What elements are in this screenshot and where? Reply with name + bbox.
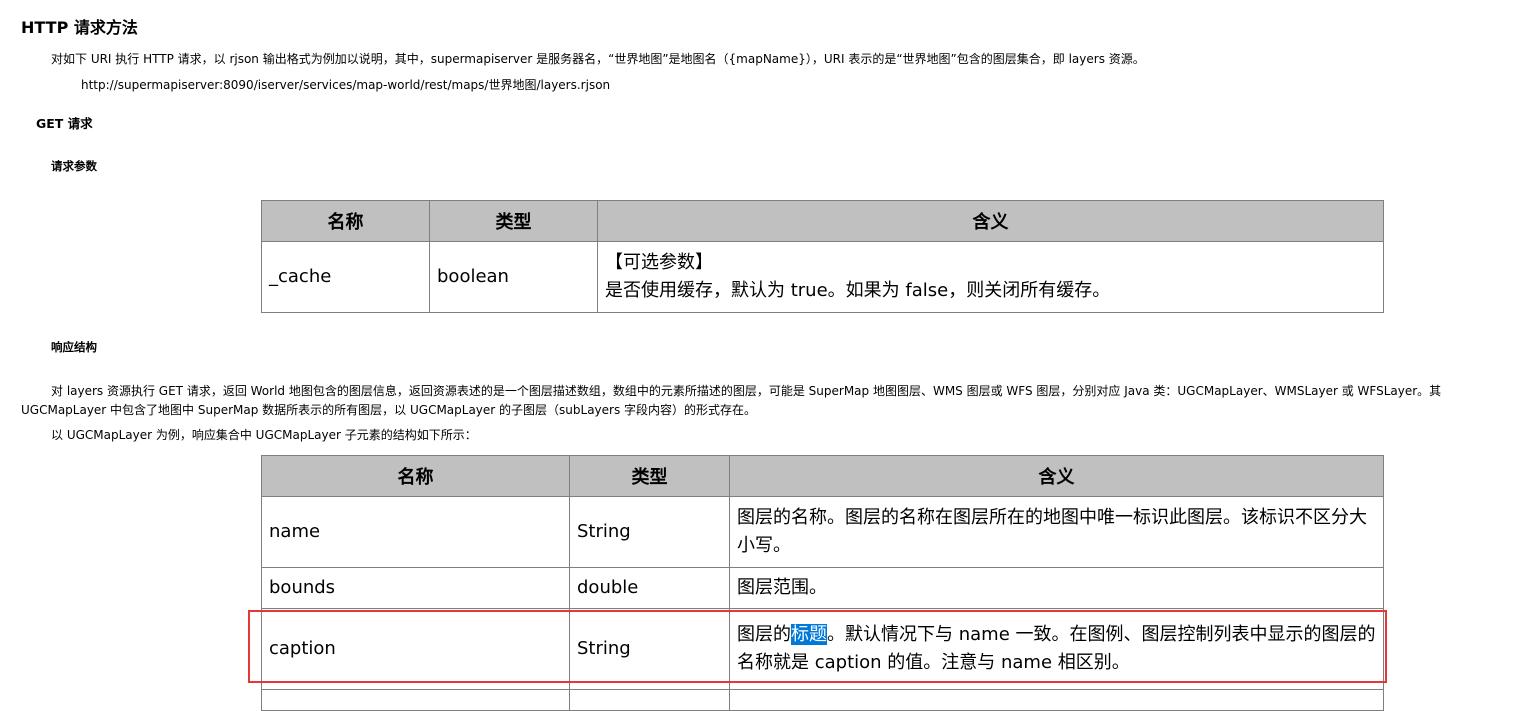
field-name: bounds: [261, 567, 570, 609]
param-name: _cache: [261, 241, 430, 313]
param-description: 是否使用缓存，默认为 true。如果为 false，则关闭所有缓存。: [605, 280, 1111, 301]
field-type: String: [569, 608, 730, 690]
request-url: http://supermapiserver:8090/iserver/serv…: [81, 78, 611, 92]
field-name: caption: [261, 608, 570, 690]
response-structure-table: 名称 类型 含义 name String 图层的名称。图层的名称在图层所在的地图…: [261, 455, 1384, 711]
table-header-row: 名称 类型 含义: [261, 200, 1384, 242]
table-row: bounds double 图层范围。: [261, 567, 1384, 609]
empty-cell: [569, 689, 730, 711]
response-paragraph-line1: 对 layers 资源执行 GET 请求，返回 World 地图包含的图层信息，…: [51, 384, 1442, 398]
header-meaning: 含义: [597, 200, 1384, 242]
response-structure-heading: 响应结构: [51, 340, 97, 354]
field-type: String: [569, 496, 730, 568]
example-description: 以 UGCMapLayer 为例，响应集合中 UGCMapLayer 子元素的结…: [51, 428, 477, 442]
request-params-heading: 请求参数: [51, 159, 97, 173]
header-name: 名称: [261, 455, 570, 497]
field-meaning: 图层的名称。图层的名称在图层所在的地图中唯一标识此图层。该标识不区分大小写。: [729, 496, 1384, 568]
get-request-heading: GET 请求: [36, 116, 93, 131]
param-optional-label: 【可选参数】: [605, 252, 713, 273]
header-name: 名称: [261, 200, 430, 242]
param-type: boolean: [429, 241, 598, 313]
header-type: 类型: [429, 200, 598, 242]
table-row: _cache boolean 【可选参数】 是否使用缓存，默认为 true。如果…: [261, 241, 1384, 313]
page-heading: HTTP 请求方法: [21, 18, 138, 37]
selected-text[interactable]: 标题: [791, 624, 827, 645]
field-meaning[interactable]: 图层的标题。默认情况下与 name 一致。在图例、图层控制列表中显示的图层的名称…: [729, 608, 1384, 690]
header-meaning: 含义: [729, 455, 1384, 497]
table-row: caption String 图层的标题。默认情况下与 name 一致。在图例、…: [261, 608, 1384, 690]
meaning-text-before: 图层的: [737, 624, 791, 645]
header-type: 类型: [569, 455, 730, 497]
table-row: name String 图层的名称。图层的名称在图层所在的地图中唯一标识此图层。…: [261, 496, 1384, 568]
table-header-row: 名称 类型 含义: [261, 455, 1384, 497]
table-row: [261, 689, 1384, 711]
response-paragraph-line2: UGCMapLayer 中包含了地图中 SuperMap 数据所表示的所有图层，…: [21, 403, 757, 417]
field-type: double: [569, 567, 730, 609]
empty-cell: [261, 689, 570, 711]
field-name: name: [261, 496, 570, 568]
intro-paragraph: 对如下 URI 执行 HTTP 请求，以 rjson 输出格式为例加以说明，其中…: [51, 52, 1145, 66]
request-params-table: 名称 类型 含义 _cache boolean 【可选参数】 是否使用缓存，默认…: [261, 200, 1384, 313]
field-meaning: 图层范围。: [729, 567, 1384, 609]
empty-cell: [729, 689, 1384, 711]
meaning-text-after: 。默认情况下与 name 一致。在图例、图层控制列表中显示的图层的名称就是 ca…: [737, 624, 1376, 673]
param-meaning: 【可选参数】 是否使用缓存，默认为 true。如果为 false，则关闭所有缓存…: [597, 241, 1384, 313]
